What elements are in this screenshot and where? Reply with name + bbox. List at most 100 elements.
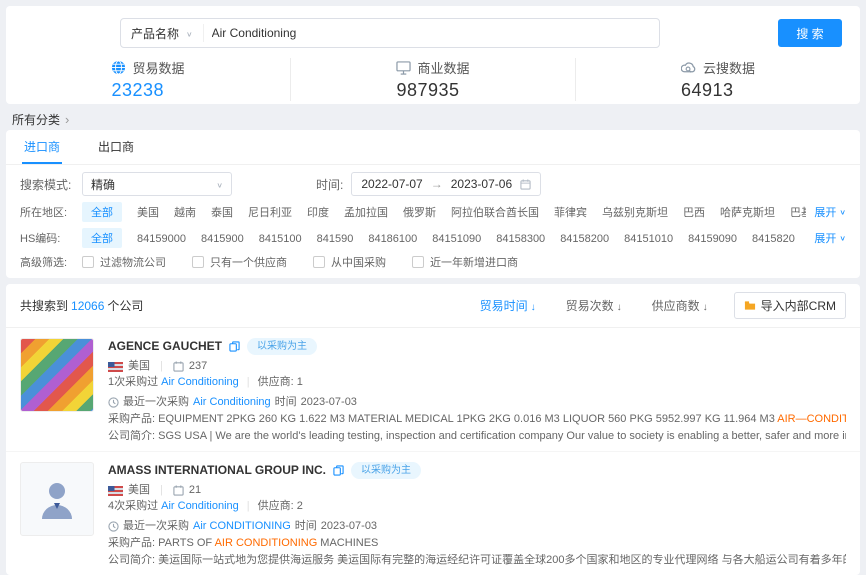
purchased-products-line: 采购产品: PARTS OF AIR CONDITIONING MACHINES <box>108 537 846 550</box>
filter-row-mode: 搜索模式: 精确 时间: 2022-07-07 → 2023-07-06 <box>6 172 860 196</box>
region-filter-chip[interactable]: 俄罗斯 <box>403 204 436 220</box>
recent-purchase-date: 2023-07-03 <box>301 396 357 409</box>
all-categories-link[interactable]: 所有分类 <box>12 112 854 126</box>
company-name[interactable]: AMASS INTERNATIONAL GROUP INC. <box>108 464 326 477</box>
advanced-filter-option[interactable]: 只有一个供应商 <box>192 254 287 270</box>
stats-row: 贸易数据 23238 商业数据 987935 <box>6 58 860 101</box>
checkbox-icon[interactable] <box>313 256 325 268</box>
region-filter-chip[interactable]: 越南 <box>174 204 196 220</box>
product-link[interactable]: Air Conditioning <box>161 376 239 389</box>
stat-business-data[interactable]: 商业数据 987935 <box>290 58 575 101</box>
hs-code-label: HS编码: <box>20 230 82 246</box>
region-filter-chip[interactable]: 美国 <box>137 204 159 220</box>
company-thumbnail[interactable] <box>20 338 94 412</box>
monitor-icon <box>396 61 411 75</box>
recent-purchase-prefix: 最近一次采购 <box>123 520 189 533</box>
search-category-select[interactable]: 产品名称 <box>121 25 203 42</box>
tab-exporters[interactable]: 出口商 <box>96 130 136 164</box>
company-card: AMASS INTERNATIONAL GROUP INC. 以采购为主 美国 … <box>6 451 860 575</box>
globe-icon <box>111 60 126 75</box>
sort-option[interactable]: 贸易时间 <box>480 297 536 314</box>
clock-icon <box>108 521 119 532</box>
expand-hs-link[interactable]: 展开 <box>814 230 846 246</box>
all-categories-label: 所有分类 <box>12 111 60 128</box>
copy-icon[interactable] <box>333 465 344 476</box>
advanced-filter-list: 过滤物流公司 只有一个供应商 从中国采购 近一年新增进口商 <box>82 254 518 270</box>
recent-product-link[interactable]: Air Conditioning <box>193 396 271 409</box>
stat-label: 云搜数据 <box>703 58 755 77</box>
supplier-count: 1 <box>297 376 303 389</box>
region-chip-list: 全部美国越南泰国尼日利亚印度孟加拉国俄罗斯阿拉伯联合酋长国菲律宾乌兹别克斯坦巴西… <box>82 202 806 222</box>
results-count-number: 12066 <box>71 299 104 313</box>
divider <box>155 484 168 497</box>
sort-options: 贸易时间 贸易次数 供应商数 <box>480 297 708 314</box>
region-filter-chip[interactable]: 全部 <box>82 202 122 222</box>
region-filter-chip[interactable]: 泰国 <box>211 204 233 220</box>
advanced-filter-option[interactable]: 近一年新增进口商 <box>412 254 518 270</box>
expand-regions-link[interactable]: 展开 <box>814 204 846 220</box>
region-filter-chip[interactable]: 孟加拉国 <box>344 204 388 220</box>
search-mode-select[interactable]: 精确 <box>82 172 232 196</box>
hs-code-chip[interactable]: 全部 <box>82 228 122 248</box>
region-filter-chip[interactable]: 乌兹别克斯坦 <box>602 204 668 220</box>
region-filter-chip[interactable]: 巴基斯坦 <box>790 204 806 220</box>
checkbox-icon[interactable] <box>412 256 424 268</box>
checkbox-icon[interactable] <box>192 256 204 268</box>
hs-code-chip[interactable]: 84158300 <box>496 233 545 245</box>
advanced-filter-option[interactable]: 从中国采购 <box>313 254 386 270</box>
copy-icon[interactable] <box>229 341 240 352</box>
date-range-picker[interactable]: 2022-07-07 → 2023-07-06 <box>351 172 541 196</box>
search-input[interactable] <box>203 24 659 42</box>
stat-trade-data[interactable]: 贸易数据 23238 <box>6 58 290 101</box>
product-link[interactable]: Air Conditioning <box>161 500 239 513</box>
arrow-down-icon <box>703 299 708 313</box>
region-filter-chip[interactable]: 菲律宾 <box>554 204 587 220</box>
region-filter-chip[interactable]: 尼日利亚 <box>248 204 292 220</box>
checkbox-icon[interactable] <box>82 256 94 268</box>
calendar-icon <box>173 485 184 496</box>
divider <box>242 376 255 389</box>
region-label: 所在地区: <box>20 204 82 220</box>
hs-code-chip[interactable]: 84151010 <box>624 233 673 245</box>
hs-code-chip[interactable]: 84159090 <box>688 233 737 245</box>
hs-code-chip[interactable]: 84159000 <box>137 233 186 245</box>
calendar-icon <box>520 179 531 190</box>
hs-code-chip[interactable]: 8415900 <box>201 233 244 245</box>
company-country: 美国 <box>128 360 150 373</box>
search-mode-label: 搜索模式: <box>20 176 82 193</box>
hs-code-chip[interactable]: 84151090 <box>432 233 481 245</box>
company-name[interactable]: AGENCE GAUCHET <box>108 340 222 353</box>
chevron-right-icon <box>65 112 69 127</box>
tab-importers[interactable]: 进口商 <box>22 130 62 164</box>
region-filter-chip[interactable]: 巴西 <box>683 204 705 220</box>
recent-purchase-prefix: 最近一次采购 <box>123 396 189 409</box>
search-panel: 产品名称 搜 索 贸易数据 23238 <box>6 6 860 104</box>
stat-cloud-search-data[interactable]: 云搜数据 64913 <box>575 58 860 101</box>
region-filter-chip[interactable]: 哈萨克斯坦 <box>720 204 775 220</box>
company-tag-badge: 以采购为主 <box>247 338 317 355</box>
company-country: 美国 <box>128 484 150 497</box>
purchased-products-line: 采购产品: EQUIPMENT 2PKG 260 KG 1.622 M3 MAT… <box>108 413 846 426</box>
sort-option[interactable]: 供应商数 <box>652 297 708 314</box>
country-flag-icon <box>108 362 123 372</box>
hs-code-chip[interactable]: 8415100 <box>259 233 302 245</box>
hs-code-chip[interactable]: 84186100 <box>368 233 417 245</box>
advanced-filter-label: 高级筛选: <box>20 254 82 270</box>
import-crm-button[interactable]: 导入内部CRM <box>734 292 846 319</box>
hs-chip-list: 全部 84159000 8415900 8415100 841590 84186100 84… <box>82 228 806 248</box>
highlighted-product: AIR CONDITIONING <box>215 537 318 549</box>
hs-code-chip[interactable]: 8415820 <box>752 233 795 245</box>
sort-option[interactable]: 贸易次数 <box>566 297 622 314</box>
hs-code-chip[interactable]: 84158200 <box>560 233 609 245</box>
search-button[interactable]: 搜 索 <box>778 19 842 47</box>
region-filter-chip[interactable]: 阿拉伯联合酋长国 <box>451 204 539 220</box>
region-filter-chip[interactable]: 印度 <box>307 204 329 220</box>
recent-product-link[interactable]: Air CONDITIONING <box>193 520 291 533</box>
filter-panel: 进口商 出口商 搜索模式: 精确 时间: 2022-07-07 → 2023-0… <box>6 130 860 278</box>
company-thumbnail[interactable] <box>20 462 94 536</box>
hs-code-chip[interactable]: 841590 <box>317 233 354 245</box>
advanced-filter-option[interactable]: 过滤物流公司 <box>82 254 166 270</box>
chevron-down-icon <box>216 177 223 191</box>
chevron-down-icon <box>839 232 846 244</box>
filter-row-advanced: 高级筛选: 过滤物流公司 只有一个供应商 从中国采购 <box>6 254 860 270</box>
